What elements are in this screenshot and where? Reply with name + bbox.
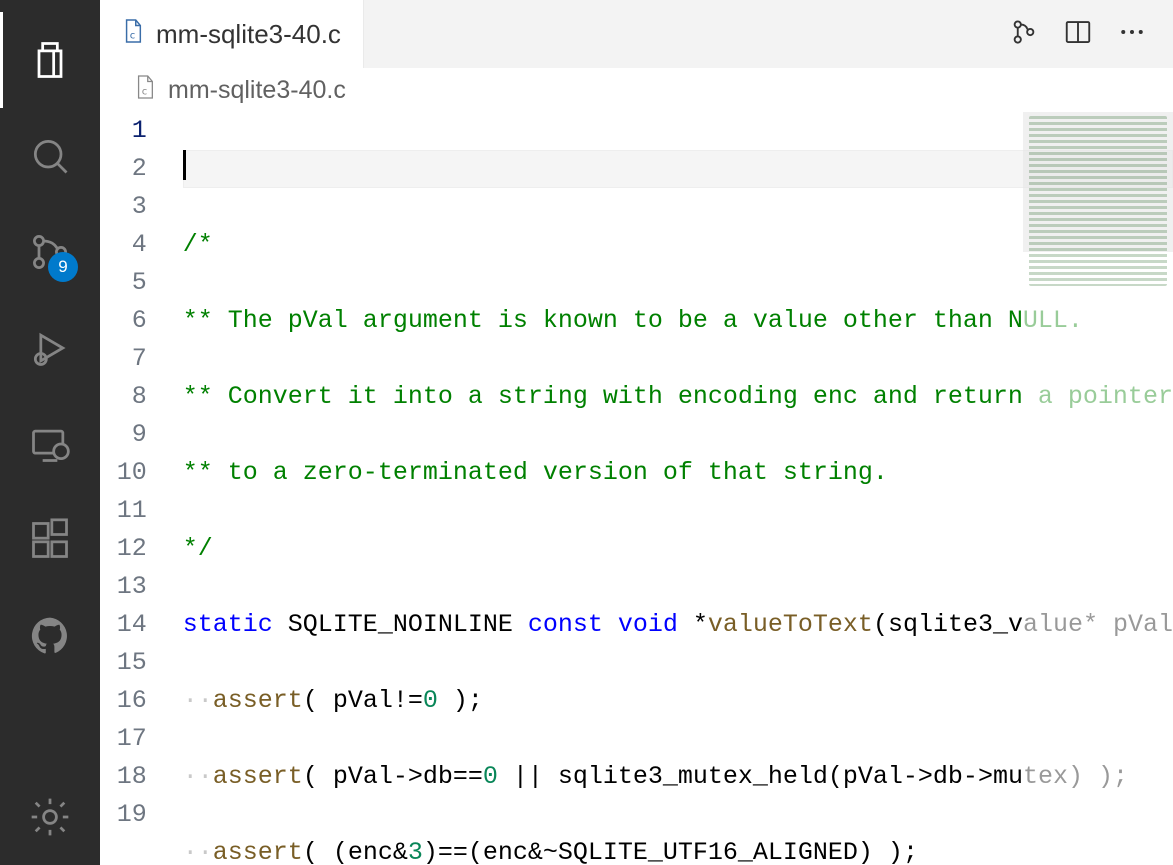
line-number: 10 [100, 454, 147, 492]
activitybar-remote-explorer[interactable] [0, 396, 100, 492]
code-line[interactable]: /* [183, 226, 1173, 264]
editor-container: 1 2 3 4 5 6 7 8 9 10 11 12 13 14 15 16 1… [100, 112, 1173, 865]
breadcrumb-filename: mm-sqlite3-40.c [168, 76, 346, 105]
line-number: 18 [100, 758, 147, 796]
extensions-icon [28, 518, 72, 562]
code-line[interactable]: ··assert( (enc&3)==(enc&~SQLITE_UTF16_AL… [183, 834, 1173, 865]
line-number: 11 [100, 492, 147, 530]
editor-group: c mm-sqlite3-40.c [100, 0, 1173, 865]
activitybar-manage[interactable] [0, 769, 100, 865]
text-cursor [183, 150, 186, 180]
github-icon [28, 614, 72, 658]
activitybar-github[interactable] [0, 588, 100, 684]
activitybar-extensions[interactable] [0, 492, 100, 588]
remote-explorer-icon [28, 422, 72, 466]
line-number: 13 [100, 568, 147, 606]
line-number: 3 [100, 188, 147, 226]
code-line[interactable] [183, 150, 1173, 188]
run-debug-icon [28, 326, 72, 370]
activitybar-explorer[interactable] [0, 12, 100, 108]
activitybar-run-debug[interactable] [0, 300, 100, 396]
line-number: 17 [100, 720, 147, 758]
tabbar-actions [983, 0, 1173, 68]
line-number: 14 [100, 606, 147, 644]
compare-changes-icon [1009, 17, 1039, 47]
tab-bar: c mm-sqlite3-40.c [100, 0, 1173, 68]
svg-text:c: c [129, 30, 135, 41]
line-number: 9 [100, 416, 147, 454]
scm-badge: 9 [48, 252, 78, 282]
more-actions-button[interactable] [1117, 17, 1147, 52]
split-editor-button[interactable] [1063, 17, 1093, 52]
line-number: 5 [100, 264, 147, 302]
c-file-icon: c [134, 73, 156, 108]
code-line[interactable]: ** Convert it into a string with encodin… [183, 378, 1173, 416]
gear-icon [28, 795, 72, 839]
ellipsis-icon [1117, 17, 1147, 47]
breadcrumb[interactable]: c mm-sqlite3-40.c [100, 68, 1173, 112]
code-line[interactable]: static SQLITE_NOINLINE const void *value… [183, 606, 1173, 644]
code-line[interactable]: ··assert( pVal!=0 ); [183, 682, 1173, 720]
c-file-icon: c [122, 17, 144, 52]
activitybar-source-control[interactable]: 9 [0, 204, 100, 300]
code-area[interactable]: /* ** The pVal argument is known to be a… [183, 112, 1173, 865]
line-number-gutter: 1 2 3 4 5 6 7 8 9 10 11 12 13 14 15 16 1… [100, 112, 183, 865]
line-number: 19 [100, 796, 147, 834]
code-line[interactable]: ** to a zero-terminated version of that … [183, 454, 1173, 492]
activitybar-search[interactable] [0, 108, 100, 204]
line-number: 1 [100, 112, 147, 150]
svg-text:c: c [141, 86, 147, 97]
line-number: 2 [100, 150, 147, 188]
compare-changes-button[interactable] [1009, 17, 1039, 52]
tab-active[interactable]: c mm-sqlite3-40.c [100, 0, 364, 68]
line-number: 12 [100, 530, 147, 568]
search-icon [28, 134, 72, 178]
text-editor[interactable]: 1 2 3 4 5 6 7 8 9 10 11 12 13 14 15 16 1… [100, 112, 1173, 865]
code-line[interactable]: */ [183, 530, 1173, 568]
code-line[interactable]: ** The pVal argument is known to be a va… [183, 302, 1173, 340]
line-number: 16 [100, 682, 147, 720]
split-editor-icon [1063, 17, 1093, 47]
explorer-icon [28, 38, 72, 82]
line-number: 6 [100, 302, 147, 340]
line-number: 15 [100, 644, 147, 682]
code-line[interactable]: ··assert( pVal->db==0 || sqlite3_mutex_h… [183, 758, 1173, 796]
line-number: 4 [100, 226, 147, 264]
activity-bar: 9 [0, 0, 100, 865]
tab-label: mm-sqlite3-40.c [156, 19, 341, 50]
line-number: 8 [100, 378, 147, 416]
line-number: 7 [100, 340, 147, 378]
